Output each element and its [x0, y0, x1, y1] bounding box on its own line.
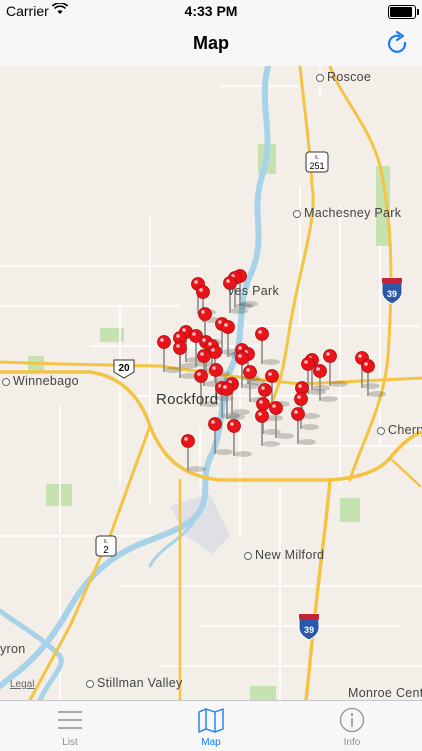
svg-text:251: 251	[309, 161, 324, 171]
clock: 4:33 PM	[184, 3, 238, 19]
us-20-shield: 20	[113, 359, 135, 379]
tab-info[interactable]: Info	[282, 701, 422, 751]
tab-list[interactable]: List	[0, 701, 140, 751]
svg-text:20: 20	[118, 363, 130, 374]
list-icon	[58, 711, 82, 729]
page-title: Map	[193, 33, 229, 53]
tab-map[interactable]: Map	[141, 701, 281, 751]
tab-info-label: Info	[343, 737, 361, 748]
place-label-winnebago: Winnebago	[2, 374, 79, 388]
battery-icon	[388, 5, 419, 19]
park-area	[250, 686, 276, 700]
refresh-icon[interactable]	[384, 30, 412, 58]
svg-text:39: 39	[304, 625, 314, 635]
i-39-south-shield: 39	[298, 613, 320, 641]
tab-list-label: List	[62, 737, 78, 748]
place-label-roscoe: Roscoe	[316, 70, 371, 84]
svg-text:2: 2	[103, 545, 109, 556]
place-label-new-milford: New Milford	[244, 548, 324, 562]
place-label-stillman-valley: Stillman Valley	[86, 676, 183, 690]
tab-bar: List Map Info	[0, 700, 422, 751]
place-label-monroe-center: Monroe Center	[348, 686, 422, 700]
park-area	[340, 498, 360, 522]
place-label-cherry-valley: Cherry	[377, 423, 422, 437]
place-label-loves-park: ves Park	[228, 284, 280, 298]
i-39-north-shield: 39	[381, 277, 403, 305]
map-view[interactable]: IL 251 20 39 IL 2 39 Roscoe Machesney Pa…	[0, 66, 422, 700]
park-area	[46, 484, 72, 506]
map-pin[interactable]	[181, 434, 207, 473]
info-icon	[339, 707, 365, 733]
place-label-byron: yron	[0, 642, 26, 656]
navigation-bar: Map	[0, 22, 422, 67]
legal-link[interactable]: Legal	[10, 679, 34, 690]
status-bar: Carrier 4:33 PM	[0, 0, 422, 22]
il-251-shield: IL 251	[305, 151, 329, 173]
place-label-machesney-park: Machesney Park	[293, 206, 401, 220]
map-icon	[198, 708, 224, 733]
il-2-shield: IL 2	[95, 535, 117, 557]
place-label-rockford: Rockford	[156, 391, 219, 408]
svg-text:39: 39	[387, 289, 397, 299]
tab-map-label: Map	[201, 737, 221, 748]
